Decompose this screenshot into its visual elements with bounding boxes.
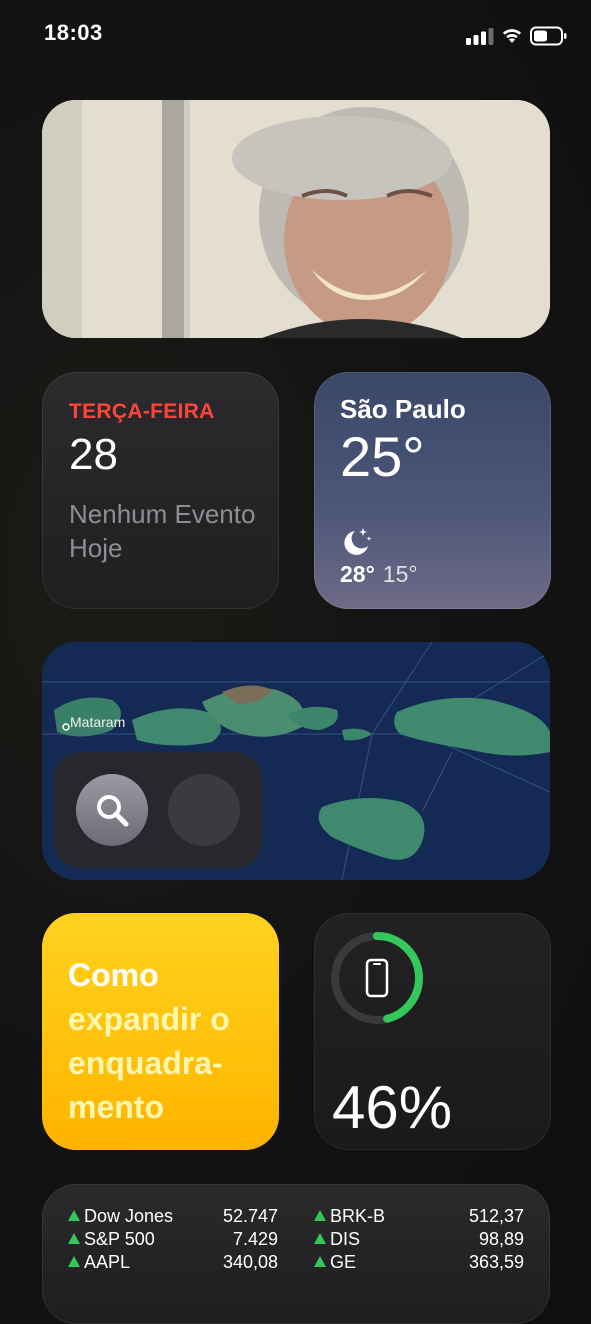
stock-symbol: AAPL xyxy=(84,1252,131,1272)
tip-subtitle: expandir o enquadra-mento xyxy=(68,1001,230,1125)
calendar-weekday: TERÇA-FEIRA xyxy=(69,400,215,423)
stock-value: 340,08 xyxy=(222,1252,278,1272)
calendar-widget[interactable]: TERÇA-FEIRA 28 Nenhum Evento Hoje xyxy=(42,372,279,609)
phone-icon xyxy=(365,958,389,998)
weather-widget[interactable]: São Paulo 25° 28° 15° xyxy=(314,372,551,609)
stock-row: AAPL 340,08 xyxy=(68,1252,278,1274)
weather-high-low: 28° 15° xyxy=(340,561,418,588)
stock-value: 512,37 xyxy=(468,1206,524,1226)
wifi-icon xyxy=(503,29,521,43)
map-widget[interactable]: Mataram xyxy=(42,642,550,880)
map-search-button[interactable] xyxy=(76,774,148,846)
up-arrow-icon xyxy=(68,1210,80,1221)
stock-symbol: DIS xyxy=(330,1229,361,1249)
stock-value: 363,59 xyxy=(468,1252,524,1272)
stock-row: BRK-B 512,37 xyxy=(314,1206,524,1228)
weather-low: 15° xyxy=(382,561,418,587)
stock-row: S&P 500 7.429 xyxy=(68,1229,278,1251)
stock-row: Dow Jones 52.747 xyxy=(68,1206,278,1228)
cellular-signal-icon xyxy=(466,28,494,45)
status-time: 18:03 xyxy=(44,20,103,45)
up-arrow-icon xyxy=(314,1233,326,1244)
battery-icon xyxy=(530,26,567,46)
stock-symbol: Dow Jones xyxy=(84,1206,174,1226)
up-arrow-icon xyxy=(314,1256,326,1267)
photo-image xyxy=(42,100,550,338)
stock-row: DIS 98,89 xyxy=(314,1229,524,1251)
stock-value: 52.747 xyxy=(222,1206,278,1226)
calendar-event-text: Nenhum Evento Hoje xyxy=(69,499,256,563)
battery-widget[interactable]: 46% xyxy=(314,913,551,1150)
calendar-date: 28 xyxy=(69,430,118,479)
stocks-widget[interactable]: Dow Jones 52.747 S&P 500 7.429 AAPL 340,… xyxy=(42,1184,550,1324)
map-controls-panel xyxy=(54,752,262,868)
map-secondary-button[interactable] xyxy=(168,774,240,846)
map-place-label: Mataram xyxy=(70,714,126,730)
up-arrow-icon xyxy=(314,1210,326,1221)
battery-percentage: 46% xyxy=(332,1074,453,1141)
stock-value: 98,89 xyxy=(478,1229,524,1249)
tips-widget[interactable]: Como expandir o enquadra-mento xyxy=(42,913,279,1150)
stock-row: GE 363,59 xyxy=(314,1252,524,1274)
up-arrow-icon xyxy=(68,1233,80,1244)
weather-temperature: 25° xyxy=(340,425,425,488)
weather-high: 28° xyxy=(340,561,375,587)
tip-title: Como xyxy=(68,957,159,993)
weather-city: São Paulo xyxy=(340,394,466,424)
stock-symbol: GE xyxy=(330,1252,357,1272)
stock-symbol: S&P 500 xyxy=(84,1229,155,1249)
photo-widget[interactable] xyxy=(42,100,550,338)
up-arrow-icon xyxy=(68,1256,80,1267)
search-icon xyxy=(97,795,129,827)
tip-text: Como expandir o enquadra-mento xyxy=(68,953,268,1129)
stock-symbol: BRK-B xyxy=(330,1206,386,1226)
moon-stars-icon xyxy=(344,528,372,555)
battery-ring xyxy=(331,932,423,1024)
stock-value: 7.429 xyxy=(232,1229,278,1249)
